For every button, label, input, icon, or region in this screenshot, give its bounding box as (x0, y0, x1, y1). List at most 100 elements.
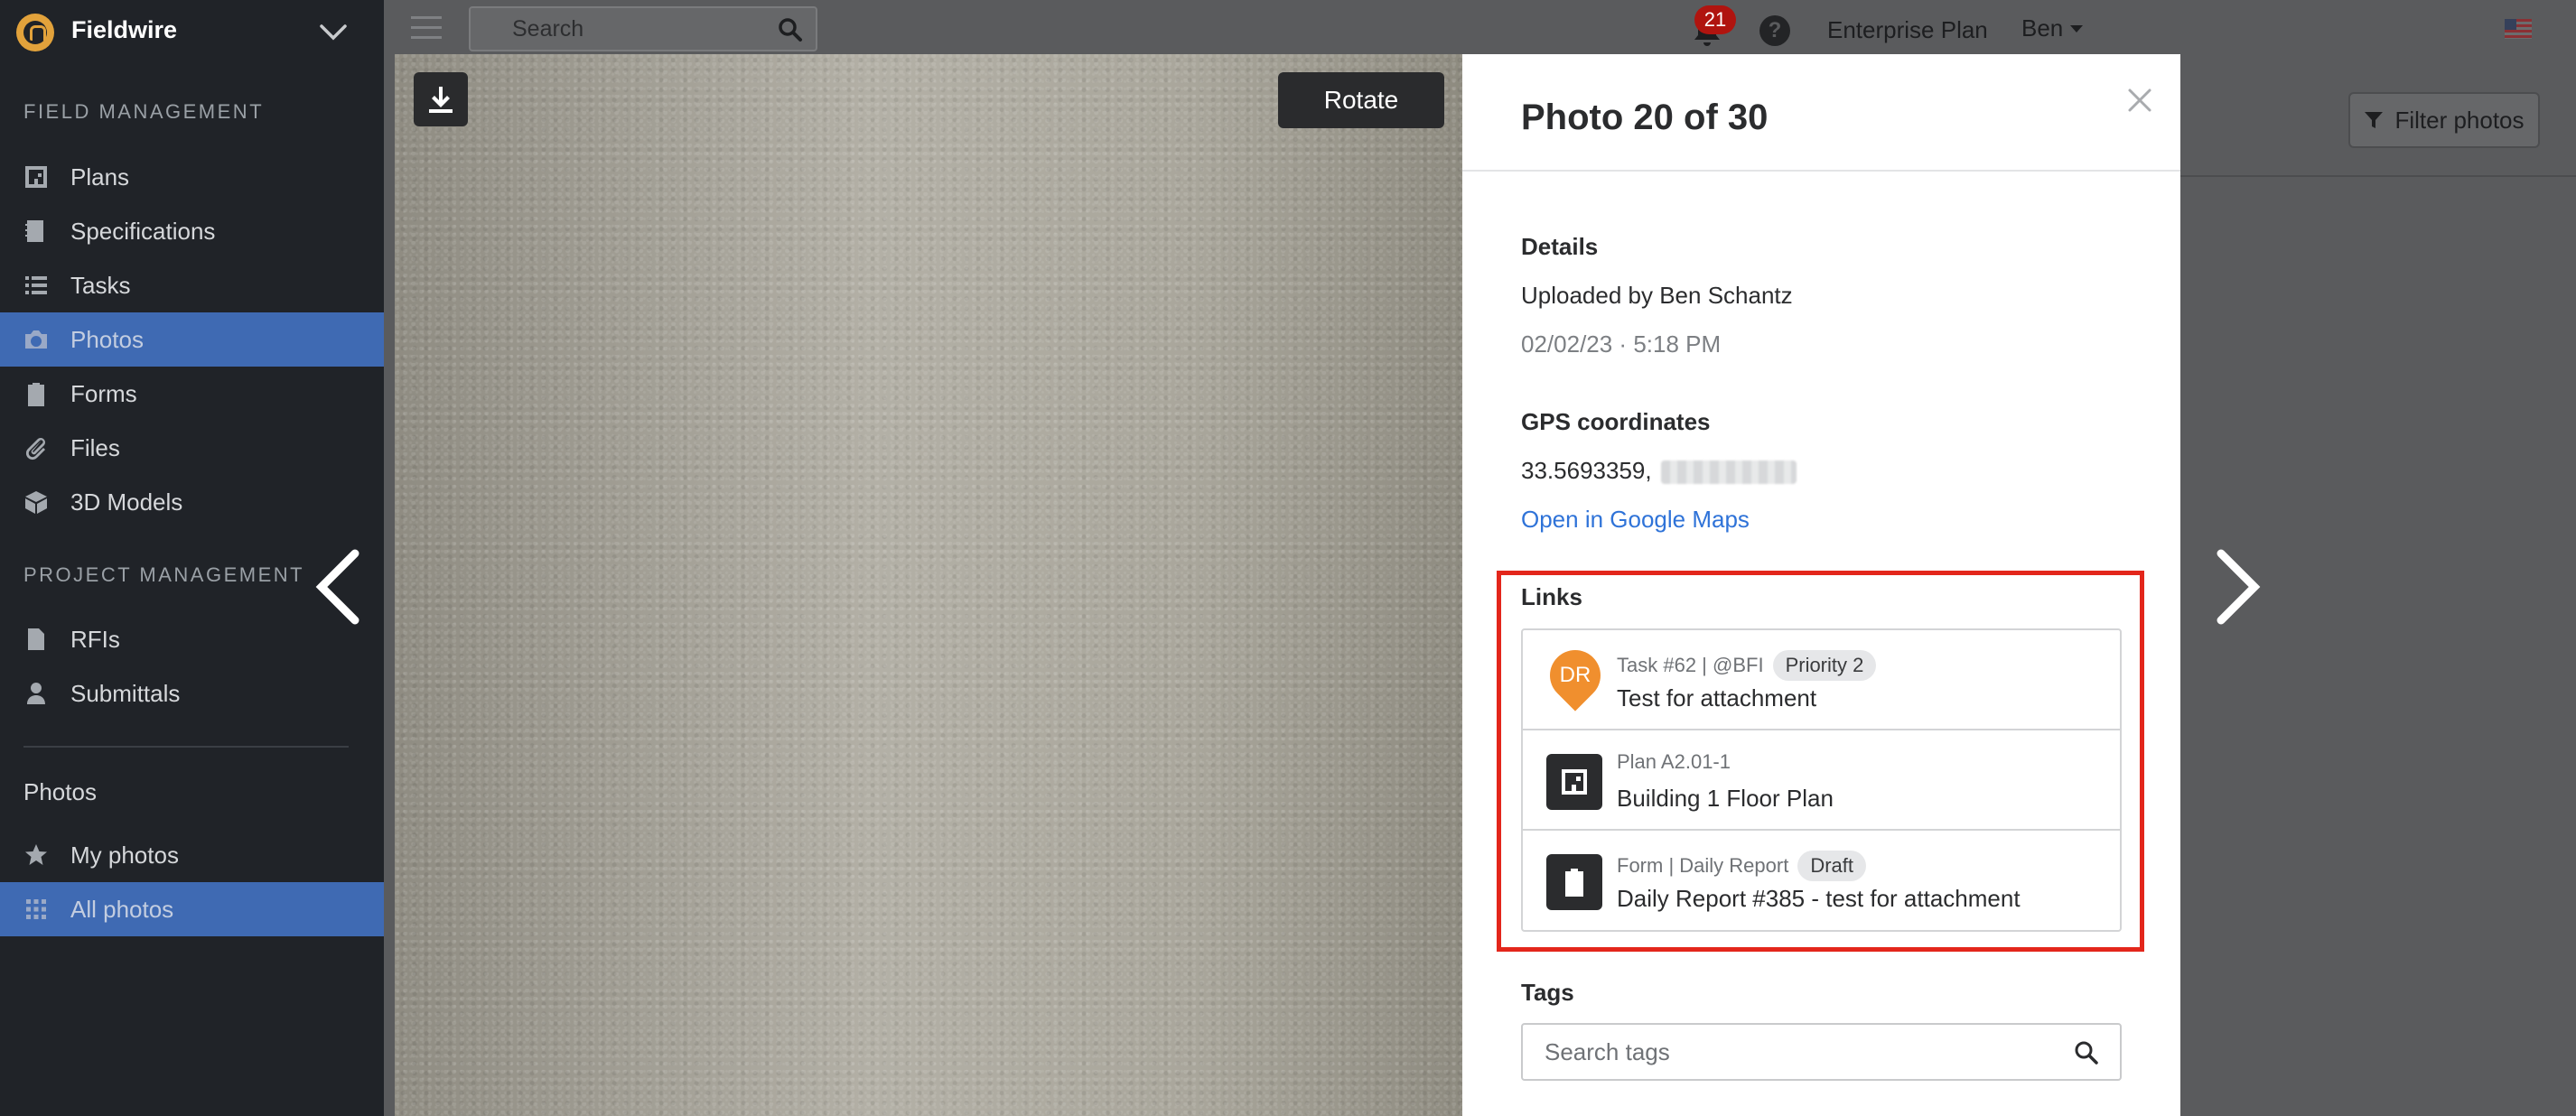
link-item-plan[interactable]: Plan A2.01-1 Building 1 Floor Plan (1523, 730, 2120, 831)
link-title: Building 1 Floor Plan (1617, 785, 1834, 812)
search-icon[interactable] (778, 17, 803, 42)
link-item-form[interactable]: Form | Daily Report Draft Daily Report #… (1523, 831, 2120, 931)
sidebar-item-label: Tasks (70, 271, 131, 299)
star-icon (23, 842, 49, 868)
details-header: Photo 20 of 30 (1462, 54, 2180, 172)
details-label: Details (1521, 233, 1599, 260)
status-badge: Draft (1797, 851, 1866, 881)
uploaded-by: Uploaded by Ben Schantz (1521, 282, 1793, 309)
links-list: DR Task #62 | @BFI Priority 2 Test for a… (1521, 628, 2122, 932)
filter-icon (2365, 112, 2384, 128)
sidebar-item-plans[interactable]: Plans (0, 150, 384, 204)
link-meta: Plan A2.01-1 (1617, 750, 1731, 774)
sidebar-item-tasks[interactable]: Tasks (0, 258, 384, 312)
camera-icon (23, 327, 49, 352)
sidebar-item-label: Plans (70, 163, 130, 191)
priority-badge: Priority 2 (1772, 650, 1877, 681)
user-menu[interactable]: Ben (2021, 14, 2084, 42)
sidebar-item-photos[interactable]: Photos (0, 312, 384, 367)
redacted-longitude (1660, 460, 1797, 485)
plan-icon-box (1546, 754, 1602, 810)
download-icon (429, 87, 453, 113)
previous-photo-arrow-icon[interactable] (305, 546, 369, 628)
photo-title: Photo 20 of 30 (1521, 98, 1769, 137)
rfi-icon (23, 627, 49, 652)
link-meta-text: Form | Daily Report (1617, 854, 1789, 877)
link-title: Test for attachment (1617, 684, 1817, 711)
sidebar-item-my-photos[interactable]: My photos (0, 828, 384, 882)
link-title: Daily Report #385 - test for attachment (1617, 885, 2021, 912)
notification-badge: 21 (1694, 5, 1736, 34)
filter-photos-button[interactable]: Filter photos (2348, 92, 2540, 148)
app-name: Fieldwire (71, 16, 178, 43)
tags-search-input[interactable] (1523, 1025, 2056, 1079)
sidebar-item-3d-models[interactable]: 3D Models (0, 475, 384, 529)
task-pin-icon: DR (1539, 639, 1611, 711)
gps-value: 33.5693359, (1521, 457, 1797, 485)
sidebar-item-label: Specifications (70, 217, 216, 245)
tags-label: Tags (1521, 979, 1574, 1006)
sidebar-item-label: Forms (70, 379, 137, 407)
sidebar-item-label: 3D Models (70, 488, 183, 516)
page-divider (2179, 175, 2576, 177)
links-label: Links (1521, 583, 1582, 610)
link-meta-text: Task #62 | @BFI (1617, 654, 1764, 676)
sidebar-item-all-photos[interactable]: All photos (0, 882, 384, 936)
filter-photos-label: Filter photos (2394, 106, 2525, 134)
link-meta: Form | Daily Report Draft (1617, 851, 1866, 881)
plans-icon (23, 164, 49, 190)
menu-icon[interactable] (411, 16, 442, 43)
project-switcher[interactable]: Fieldwire (0, 0, 384, 60)
form-icon-box (1546, 854, 1602, 910)
upload-timestamp: 02/02/23 · 5:18 PM (1521, 330, 1722, 358)
photos-heading: Photos (23, 778, 97, 805)
gps-label: GPS coordinates (1521, 408, 1711, 435)
search-input[interactable] (471, 8, 769, 50)
sidebar-item-files[interactable]: Files (0, 421, 384, 475)
close-icon[interactable] (2124, 85, 2155, 116)
form-icon (1546, 851, 1602, 910)
google-maps-link[interactable]: Open in Google Maps (1521, 506, 1750, 534)
help-icon[interactable]: ? (1759, 15, 1790, 46)
sidebar-item-specifications[interactable]: Specifications (0, 204, 384, 258)
link-item-task[interactable]: DR Task #62 | @BFI Priority 2 Test for a… (1523, 630, 2120, 730)
search-icon[interactable] (2073, 1039, 2100, 1066)
sidebar-item-label: Submittals (70, 679, 181, 707)
specifications-icon (23, 219, 49, 244)
sidebar-item-submittals[interactable]: Submittals (0, 666, 384, 721)
plan-icon (1546, 750, 1602, 810)
sidebar-item-label: Files (70, 433, 120, 461)
cube-icon (23, 489, 49, 515)
us-flag-icon[interactable] (2505, 19, 2532, 39)
tags-search[interactable] (1521, 1023, 2122, 1081)
sidebar-item-label: RFIs (70, 625, 120, 653)
section-title-field-management: FIELD MANAGEMENT (23, 100, 265, 123)
caret-down-icon (2070, 24, 2084, 33)
user-name: Ben (2021, 14, 2064, 42)
grid-icon (23, 897, 49, 922)
plan-glyph-icon (1562, 769, 1587, 795)
global-search[interactable] (469, 6, 817, 51)
top-bar (384, 0, 2576, 60)
next-photo-arrow-icon[interactable] (2207, 546, 2271, 628)
sidebar-item-label: All photos (70, 895, 174, 923)
plan-label: Enterprise Plan (1827, 16, 1988, 43)
photo-details-panel: Photo 20 of 30 Details Uploaded by Ben S… (1462, 54, 2180, 1116)
download-button[interactable] (414, 72, 468, 126)
chevron-down-icon[interactable] (318, 16, 349, 47)
link-meta: Task #62 | @BFI Priority 2 (1617, 650, 1877, 681)
gps-latitude: 33.5693359, (1521, 457, 1652, 484)
clipboard-icon (23, 381, 49, 406)
tasks-icon (23, 273, 49, 298)
rotate-button[interactable]: Rotate (1278, 72, 1444, 128)
submittals-icon (23, 681, 49, 706)
sidebar-item-label: My photos (70, 841, 179, 869)
photo-viewer (395, 54, 1462, 1116)
clipboard-glyph-icon (1565, 869, 1583, 897)
fieldwire-logo (16, 14, 54, 51)
sidebar-item-label: Photos (70, 325, 144, 353)
sidebar-item-forms[interactable]: Forms (0, 367, 384, 421)
link-meta-text: Plan A2.01-1 (1617, 750, 1731, 773)
section-title-project-management: PROJECT MANAGEMENT (23, 563, 305, 586)
sidebar-divider (23, 746, 349, 748)
